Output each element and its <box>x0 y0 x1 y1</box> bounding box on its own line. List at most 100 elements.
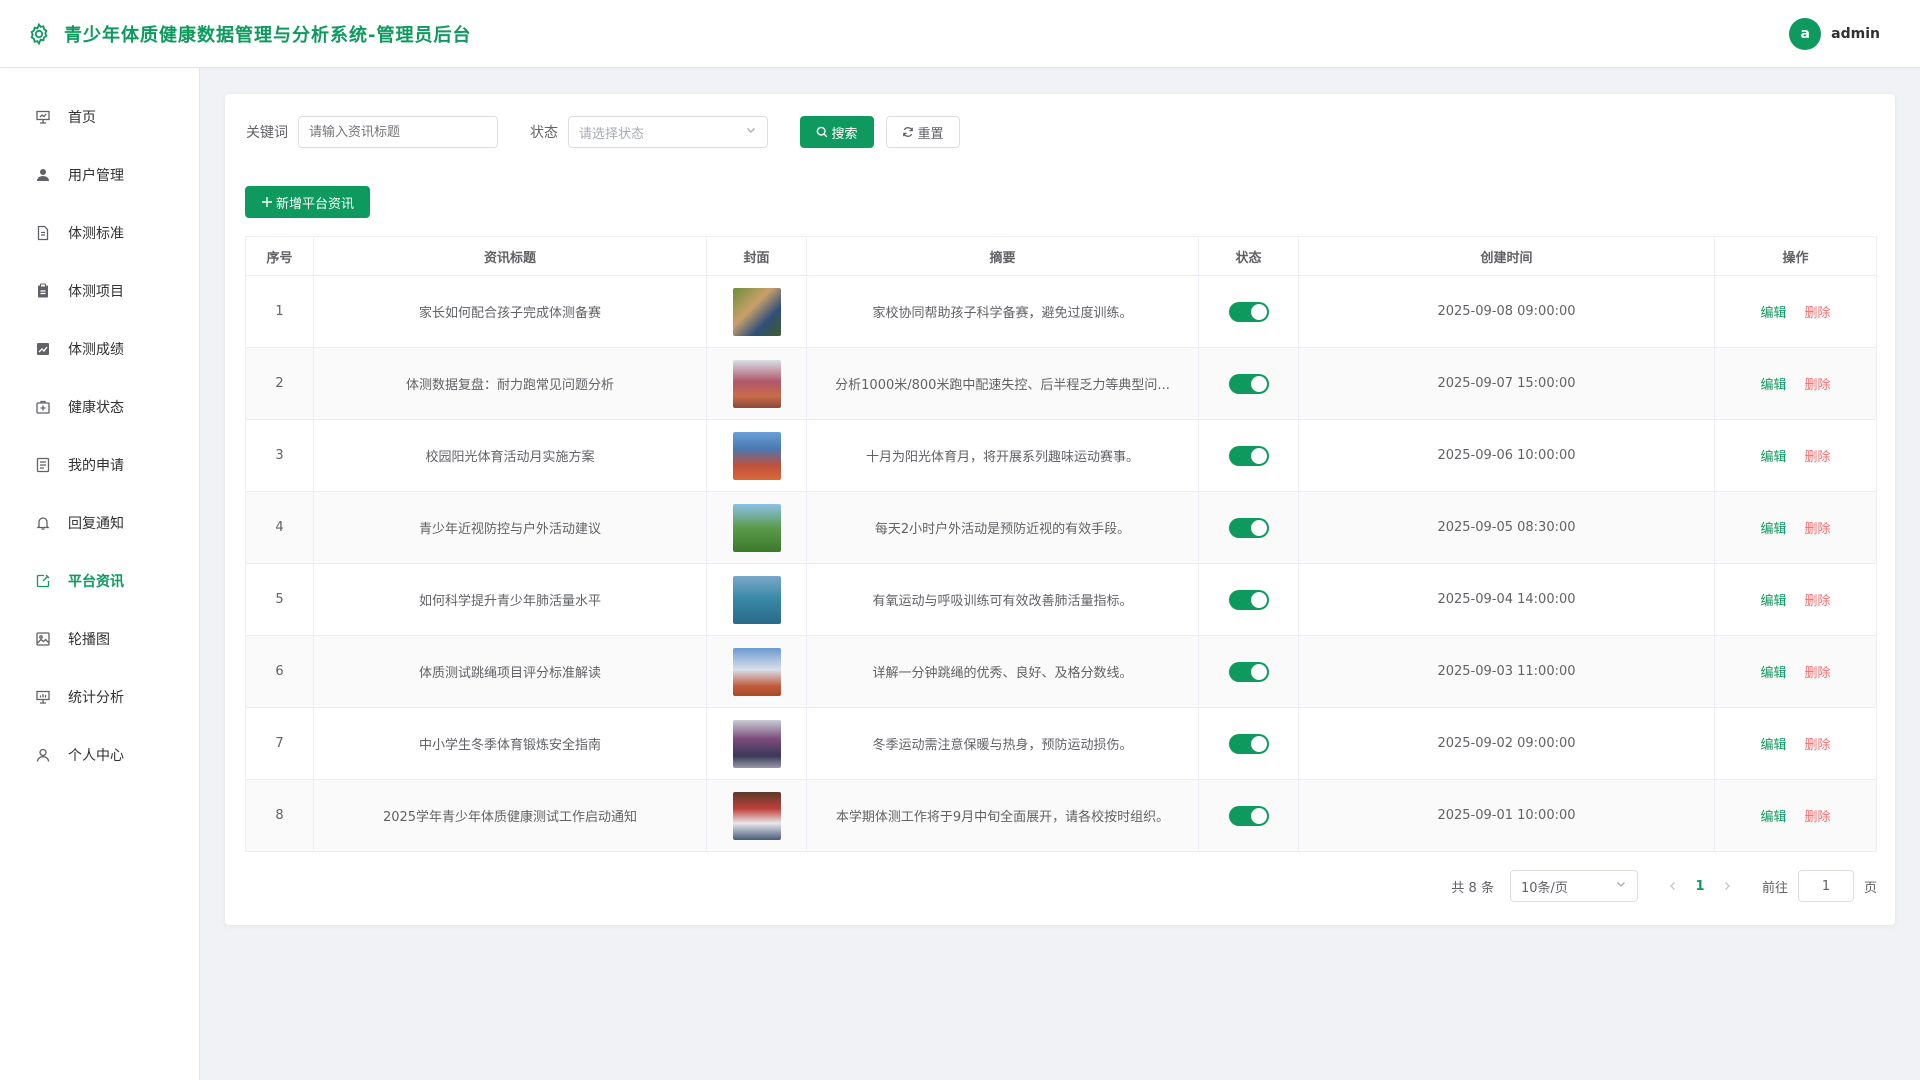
sidebar-item-label: 统计分析 <box>68 690 124 706</box>
status-toggle[interactable] <box>1228 733 1269 754</box>
page-jumper: 前往 1 页 <box>1762 870 1877 902</box>
keyword-input[interactable] <box>298 116 498 148</box>
search-button[interactable]: 搜索 <box>800 116 874 148</box>
user-menu[interactable]: a admin <box>1789 17 1880 50</box>
top-header: 青少年体质健康数据管理与分析系统-管理员后台 a admin <box>0 0 1920 68</box>
sidebar-item-home[interactable]: 首页 <box>0 88 199 146</box>
edit-link[interactable]: 编辑 <box>1760 522 1786 537</box>
row-cover-cell <box>706 419 807 492</box>
cover-image[interactable] <box>732 575 781 624</box>
edit-link[interactable]: 编辑 <box>1760 378 1786 393</box>
sidebar-item-test-standards[interactable]: 体测标准 <box>0 204 199 262</box>
prev-page-button[interactable] <box>1660 881 1686 891</box>
news-icon <box>34 572 52 590</box>
add-news-button[interactable]: 新增平台资讯 <box>245 186 371 218</box>
status-select-placeholder: 请选择状态 <box>579 126 645 142</box>
row-index: 1 <box>245 275 314 348</box>
table-row: 7 中小学生冬季体育锻炼安全指南 冬季运动需注意保暖与热身，预防运动损伤。 20… <box>245 707 1877 780</box>
username[interactable]: admin <box>1831 26 1880 42</box>
plus-icon <box>261 196 273 208</box>
reset-button[interactable]: 重置 <box>886 116 960 148</box>
edit-link[interactable]: 编辑 <box>1760 306 1786 321</box>
sidebar-item-users[interactable]: 用户管理 <box>0 146 199 204</box>
cover-image[interactable] <box>732 719 781 768</box>
row-actions: 编辑 删除 <box>1714 275 1877 348</box>
row-index: 4 <box>245 491 314 564</box>
delete-link[interactable]: 删除 <box>1805 810 1831 825</box>
gear-icon <box>26 21 52 47</box>
row-cover-cell <box>706 707 807 780</box>
sidebar-item-health-status[interactable]: 健康状态 <box>0 378 199 436</box>
sidebar-item-label: 用户管理 <box>68 168 124 184</box>
row-actions: 编辑 删除 <box>1714 419 1877 492</box>
page-size-value: 10条/页 <box>1520 880 1568 896</box>
cover-image[interactable] <box>732 359 781 408</box>
cover-image[interactable] <box>732 287 781 336</box>
sidebar-item-test-items[interactable]: 体测项目 <box>0 262 199 320</box>
row-index: 7 <box>245 707 314 780</box>
add-news-button-label: 新增平台资讯 <box>276 196 355 212</box>
row-created: 2025-09-08 09:00:00 <box>1298 275 1715 348</box>
next-page-button[interactable] <box>1714 881 1740 891</box>
edit-link[interactable]: 编辑 <box>1760 666 1786 681</box>
row-cover-cell <box>706 779 807 852</box>
sidebar-item-label: 我的申请 <box>68 458 124 474</box>
status-toggle[interactable] <box>1228 445 1269 466</box>
page-size-select[interactable]: 10条/页 <box>1509 870 1638 902</box>
table-row: 2 体测数据复盘：耐力跑常见问题分析 分析1000米/800米跑中配速失控、后半… <box>245 347 1877 420</box>
sidebar-item-reply-notifications[interactable]: 回复通知 <box>0 494 199 552</box>
row-actions: 编辑 删除 <box>1714 707 1877 780</box>
status-toggle[interactable] <box>1228 661 1269 682</box>
row-summary: 每天2小时户外活动是预防近视的有效手段。 <box>806 491 1199 564</box>
status-toggle[interactable] <box>1228 805 1269 826</box>
edit-link[interactable]: 编辑 <box>1760 810 1786 825</box>
cover-image[interactable] <box>732 647 781 696</box>
row-summary: 详解一分钟跳绳的优秀、良好、及格分数线。 <box>806 635 1199 708</box>
news-management-card: 关键词 状态 请选择状态 搜索 重置 新增平台资讯 <box>225 94 1895 925</box>
row-title: 中小学生冬季体育锻炼安全指南 <box>313 707 707 780</box>
delete-link[interactable]: 删除 <box>1805 594 1831 609</box>
page-number-current[interactable]: 1 <box>1686 879 1714 894</box>
status-select[interactable]: 请选择状态 <box>568 116 768 148</box>
row-title: 青少年近视防控与户外活动建议 <box>313 491 707 564</box>
reset-button-label: 重置 <box>917 126 944 142</box>
row-created: 2025-09-06 10:00:00 <box>1298 419 1715 492</box>
delete-link[interactable]: 删除 <box>1805 666 1831 681</box>
sidebar-item-profile[interactable]: 个人中心 <box>0 726 199 784</box>
sidebar-item-my-applications[interactable]: 我的申请 <box>0 436 199 494</box>
goto-page-input[interactable]: 1 <box>1797 870 1854 902</box>
edit-link[interactable]: 编辑 <box>1760 738 1786 753</box>
cover-image[interactable] <box>732 431 781 480</box>
status-toggle[interactable] <box>1228 589 1269 610</box>
row-summary: 本学期体测工作将于9月中旬全面展开，请各校按时组织。 <box>806 779 1199 852</box>
edit-link[interactable]: 编辑 <box>1760 450 1786 465</box>
status-toggle[interactable] <box>1228 517 1269 538</box>
delete-link[interactable]: 删除 <box>1805 450 1831 465</box>
avatar[interactable]: a <box>1789 17 1822 50</box>
sidebar-item-label: 轮播图 <box>68 632 110 648</box>
refresh-icon <box>902 126 914 138</box>
table-row: 5 如何科学提升青少年肺活量水平 有氧运动与呼吸训练可有效改善肺活量指标。 20… <box>245 563 1877 636</box>
row-summary: 分析1000米/800米跑中配速失控、后半程乏力等典型问... <box>806 347 1199 420</box>
status-toggle[interactable] <box>1228 373 1269 394</box>
cover-image[interactable] <box>732 791 781 840</box>
data-board-icon <box>34 688 52 706</box>
sidebar-item-platform-news[interactable]: 平台资讯 <box>0 552 199 610</box>
row-status-cell <box>1198 347 1299 420</box>
edit-link[interactable]: 编辑 <box>1760 594 1786 609</box>
sidebar-item-label: 首页 <box>68 110 96 126</box>
sidebar-item-carousel[interactable]: 轮播图 <box>0 610 199 668</box>
sidebar-item-test-scores[interactable]: 体测成绩 <box>0 320 199 378</box>
status-toggle[interactable] <box>1228 301 1269 322</box>
pagination-total: 共 8 条 <box>1451 880 1494 896</box>
sidebar-item-statistics[interactable]: 统计分析 <box>0 668 199 726</box>
news-table: 序号 资讯标题 封面 摘要 状态 创建时间 操作 1 家长如何配合孩子完成体测备… <box>245 236 1877 852</box>
row-title: 体质测试跳绳项目评分标准解读 <box>313 635 707 708</box>
delete-link[interactable]: 删除 <box>1805 522 1831 537</box>
chevron-right-icon <box>1725 882 1730 890</box>
row-title: 2025学年青少年体质健康测试工作启动通知 <box>313 779 707 852</box>
delete-link[interactable]: 删除 <box>1805 306 1831 321</box>
delete-link[interactable]: 删除 <box>1805 378 1831 393</box>
cover-image[interactable] <box>732 503 781 552</box>
delete-link[interactable]: 删除 <box>1805 738 1831 753</box>
